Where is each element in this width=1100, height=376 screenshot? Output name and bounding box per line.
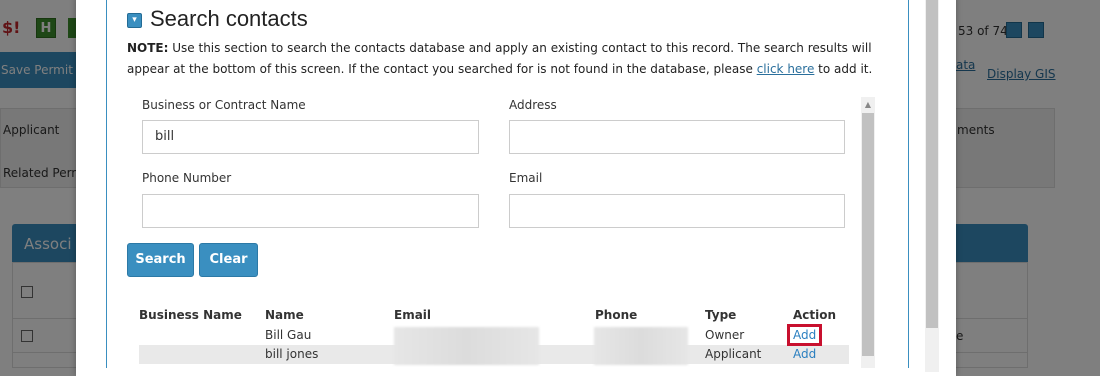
row-type: Applicant: [705, 347, 762, 361]
col-type: Type: [705, 308, 737, 322]
col-business-name: Business Name: [139, 308, 242, 322]
note-text: NOTE: Use this section to search the con…: [127, 38, 897, 80]
address-label: Address: [509, 98, 557, 112]
collapse-icon[interactable]: ▾: [127, 13, 142, 28]
scroll-up-icon[interactable]: ▲: [862, 99, 874, 111]
phone-number-label: Phone Number: [142, 171, 232, 185]
col-name: Name: [265, 308, 304, 322]
col-email: Email: [394, 308, 432, 322]
section-title: Search contacts: [150, 6, 308, 31]
click-here-link[interactable]: click here: [757, 62, 815, 76]
modal-left-border: [106, 0, 107, 368]
form-scrollbar-thumb[interactable]: [862, 113, 874, 356]
clear-button[interactable]: Clear: [199, 243, 258, 277]
col-phone: Phone: [595, 308, 638, 322]
business-name-input[interactable]: bill: [142, 120, 479, 154]
row-type: Owner: [705, 328, 745, 342]
col-action: Action: [793, 308, 837, 322]
redacted-phone: [594, 327, 688, 365]
search-button[interactable]: Search: [127, 243, 194, 277]
email-label: Email: [509, 171, 543, 185]
modal-right-border: [908, 0, 909, 368]
row-name: bill jones: [265, 347, 319, 361]
address-input[interactable]: [509, 120, 845, 154]
redacted-email: [394, 327, 539, 365]
phone-number-input[interactable]: [142, 194, 479, 228]
add-button[interactable]: Add: [786, 324, 823, 346]
note-tail: to add it.: [814, 62, 873, 76]
row-name: Bill Gau: [265, 328, 312, 342]
note-label: NOTE:: [127, 41, 169, 55]
add-button[interactable]: Add: [793, 347, 816, 361]
email-input[interactable]: [509, 194, 845, 228]
business-name-label: Business or Contract Name: [142, 98, 306, 112]
modal-scrollbar-thumb[interactable]: [926, 0, 938, 328]
